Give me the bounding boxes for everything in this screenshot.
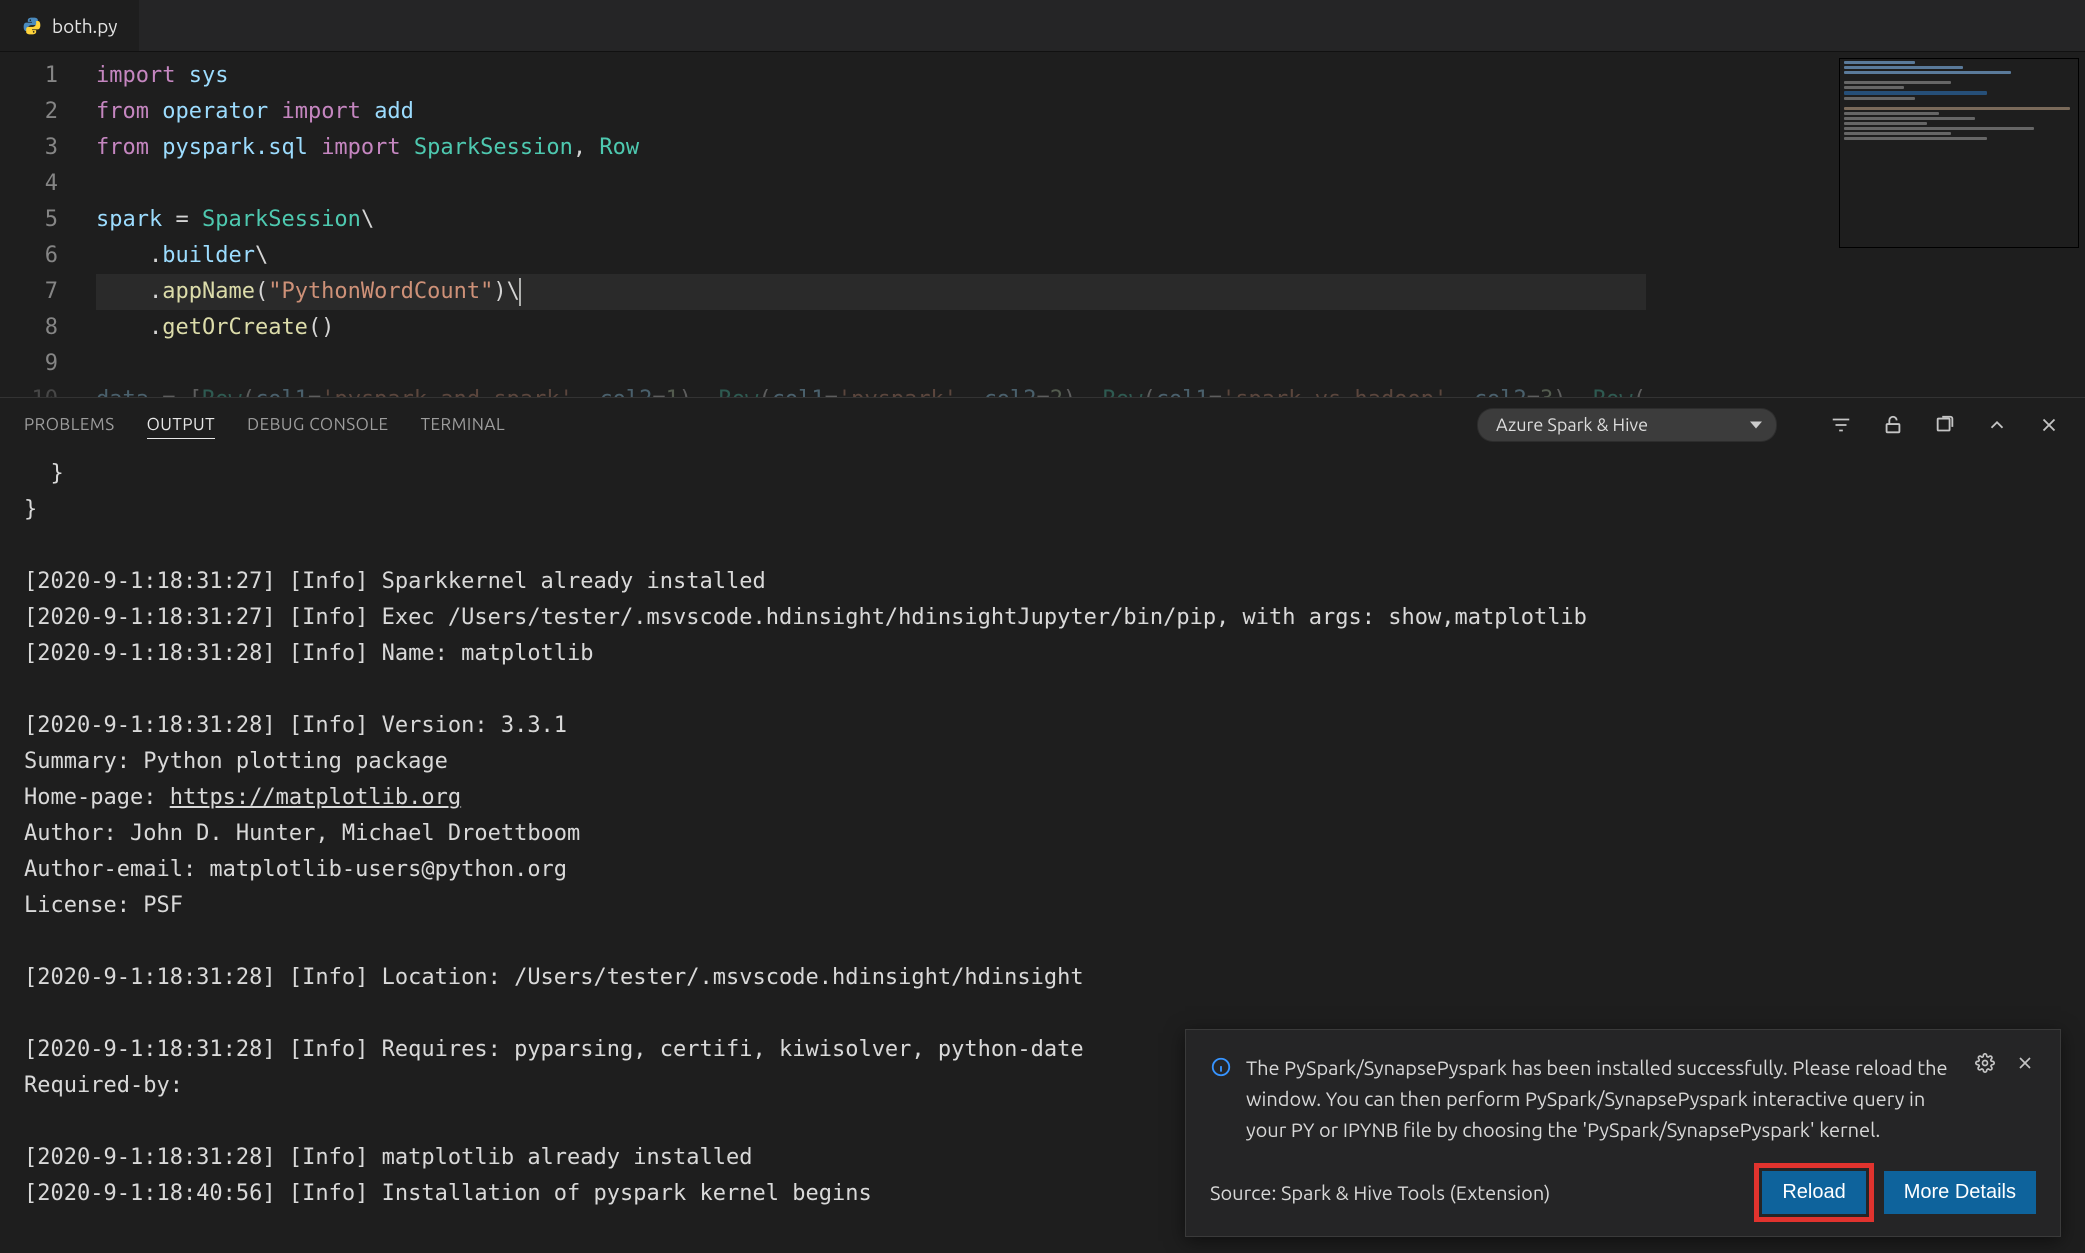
toast-source: Source: Spark & Hive Tools (Extension) [1210, 1177, 1762, 1208]
minimap[interactable] [1839, 58, 2079, 248]
tab-debug-console[interactable]: DEBUG CONSOLE [247, 411, 388, 438]
editor-tabbar: both.py [0, 0, 2085, 52]
lock-icon[interactable] [1881, 413, 1905, 437]
panel-tabbar: PROBLEMS OUTPUT DEBUG CONSOLE TERMINAL A… [0, 398, 2085, 452]
output-channel-label: Azure Spark & Hive [1496, 415, 1648, 435]
chevron-up-icon[interactable] [1985, 413, 2009, 437]
tab-output[interactable]: OUTPUT [147, 411, 215, 439]
reload-button[interactable]: Reload [1762, 1171, 1865, 1214]
editor-tab[interactable]: both.py [0, 0, 139, 51]
notification-toast: The PySpark/SynapsePyspark has been inst… [1185, 1029, 2061, 1237]
filter-icon[interactable] [1829, 413, 1853, 437]
line-number-gutter: 12345678910 [0, 52, 78, 397]
gear-icon[interactable] [1974, 1052, 1996, 1074]
tab-problems[interactable]: PROBLEMS [24, 411, 115, 438]
more-details-button[interactable]: More Details [1884, 1171, 2036, 1214]
info-icon [1210, 1055, 1232, 1077]
toast-message: The PySpark/SynapsePyspark has been inst… [1246, 1052, 1960, 1145]
tab-terminal[interactable]: TERMINAL [421, 411, 506, 438]
python-file-icon [22, 16, 42, 36]
output-link[interactable]: https://matplotlib.org [170, 785, 461, 810]
code-content[interactable]: import sysfrom operator import addfrom p… [78, 52, 1646, 397]
close-panel-icon[interactable] [2037, 413, 2061, 437]
editor-tab-label: both.py [52, 15, 117, 37]
output-channel-dropdown[interactable]: Azure Spark & Hive [1477, 408, 1777, 442]
close-toast-icon[interactable] [2014, 1052, 2036, 1074]
editor[interactable]: 12345678910 import sysfrom operator impo… [0, 52, 2085, 397]
clear-output-icon[interactable] [1933, 413, 1957, 437]
